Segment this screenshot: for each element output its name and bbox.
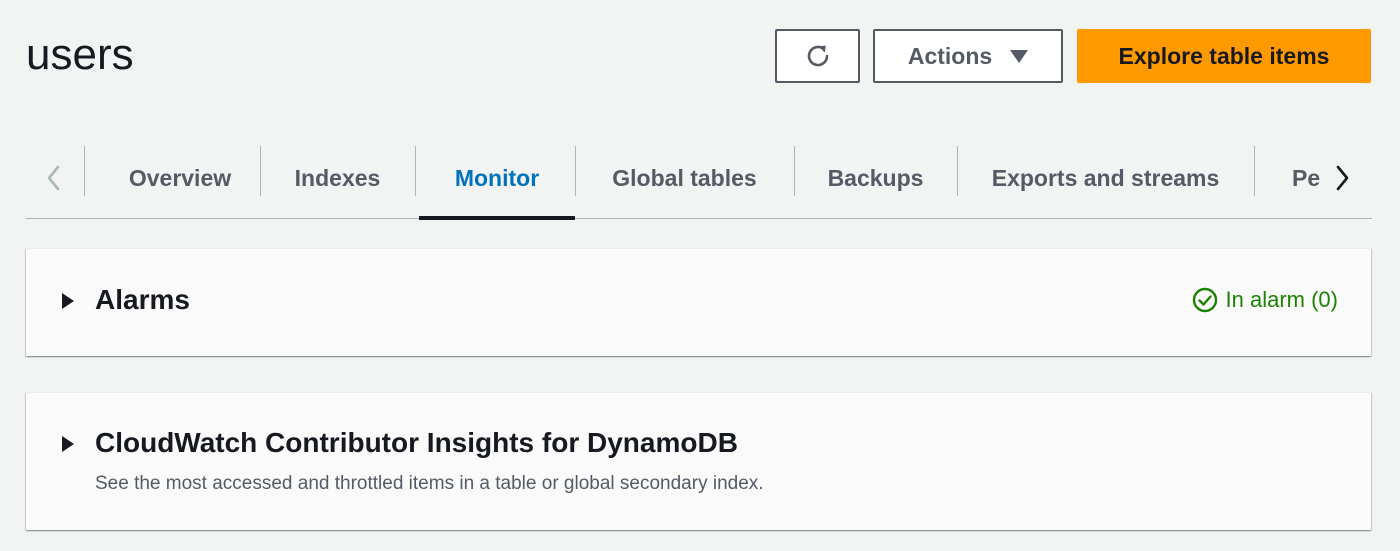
- explore-label: Explore table items: [1118, 42, 1330, 69]
- tab-backups[interactable]: Backups: [794, 138, 957, 218]
- contributor-insights-panel: CloudWatch Contributor Insights for Dyna…: [26, 392, 1371, 530]
- explore-table-items-button[interactable]: Explore table items: [1077, 29, 1371, 83]
- caret-down-icon: [1010, 49, 1029, 63]
- tab-divider: [415, 146, 416, 196]
- check-circle-icon: [1192, 287, 1217, 313]
- tab-divider: [84, 146, 85, 196]
- tab-monitor[interactable]: Monitor: [419, 138, 575, 220]
- tab-global-tables[interactable]: Global tables: [575, 138, 794, 218]
- expand-caret-icon[interactable]: [62, 293, 74, 309]
- tab-indexes[interactable]: Indexes: [260, 138, 415, 218]
- contributor-insights-heading[interactable]: CloudWatch Contributor Insights for Dyna…: [95, 427, 738, 459]
- alarms-panel: Alarms In alarm (0): [26, 248, 1371, 356]
- tab-divider: [1254, 146, 1255, 196]
- page: users Actions Explore table items Overvi…: [0, 0, 1400, 551]
- tab-scroll-left-button[interactable]: [34, 150, 74, 206]
- alarm-status-text: In alarm (0): [1225, 287, 1338, 312]
- contributor-insights-description: See the most accessed and throttled item…: [95, 473, 764, 494]
- actions-label: Actions: [907, 42, 993, 69]
- tab-scroll-right-button[interactable]: [1322, 150, 1362, 206]
- tab-exports-and-streams[interactable]: Exports and streams: [957, 138, 1254, 218]
- actions-dropdown-button[interactable]: Actions: [873, 29, 1063, 83]
- chevron-left-icon: [47, 165, 60, 191]
- chevron-right-icon: [1336, 165, 1349, 191]
- tab-overview[interactable]: Overview: [100, 138, 260, 218]
- alarms-heading[interactable]: Alarms: [95, 284, 190, 316]
- refresh-icon: [807, 45, 828, 67]
- expand-caret-icon[interactable]: [62, 436, 74, 452]
- refresh-button[interactable]: [775, 29, 860, 83]
- alarm-status: In alarm (0): [1192, 287, 1338, 313]
- tab-partial[interactable]: Pe: [1292, 138, 1320, 218]
- page-title: users: [26, 30, 134, 79]
- tab-bar: Overview Indexes Monitor Global tables B…: [26, 138, 1372, 220]
